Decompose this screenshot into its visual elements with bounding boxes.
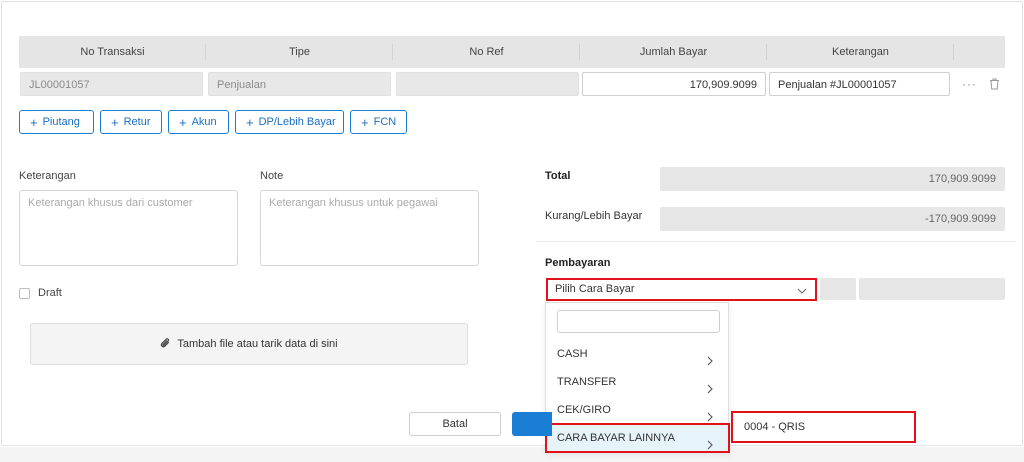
upload-label: Tambah file atau tarik data di sini: [177, 338, 338, 350]
bottom-strip: [0, 447, 1024, 462]
plus-icon: +: [111, 114, 119, 130]
trash-icon[interactable]: [989, 78, 1000, 90]
kurang-lebih-bayar-value: -170,909.9099: [660, 207, 1005, 231]
dropdown-item-label: TRANSFER: [557, 376, 617, 388]
tipe-field: Penjualan: [208, 72, 391, 96]
dropdown-item-label: CASH: [557, 348, 588, 360]
payment-note-field[interactable]: [859, 278, 1005, 300]
save-button[interactable]: [512, 412, 552, 436]
cara-bayar-dropdown: CASH TRANSFER CEK/GIRO CARA BAYAR LAINNY…: [545, 302, 730, 453]
cara-bayar-select-value: Pilih Cara Bayar: [555, 283, 635, 295]
total-value: 170,909.9099: [660, 167, 1005, 191]
dropdown-item-transfer[interactable]: TRANSFER: [546, 368, 728, 396]
draft-label: Draft: [38, 287, 62, 299]
add-dp-lebih-bayar-label: DP/Lebih Bayar: [258, 116, 336, 128]
add-dp-lebih-bayar-button[interactable]: + DP/Lebih Bayar: [235, 110, 344, 134]
cancel-button[interactable]: Batal: [409, 412, 501, 436]
cara-bayar-select[interactable]: Pilih Cara Bayar: [546, 278, 817, 301]
column-header-no-ref: No Ref: [393, 36, 580, 68]
draft-checkbox[interactable]: [19, 287, 30, 299]
table-header: No Transaksi Tipe No Ref Jumlah Bayar Ke…: [19, 36, 1005, 68]
column-header-tipe: Tipe: [206, 36, 393, 68]
add-piutang-button[interactable]: + Piutang: [19, 110, 94, 134]
add-retur-label: Retur: [123, 116, 151, 128]
add-piutang-label: Piutang: [42, 116, 80, 128]
jumlah-bayar-input[interactable]: 170,909.9099: [582, 72, 766, 96]
table-row: JL00001057 Penjualan 170,909.9099 Penjua…: [19, 70, 1005, 98]
keterangan-label: Keterangan: [19, 170, 76, 182]
note-label: Note: [260, 170, 284, 182]
row-actions: ···: [962, 72, 1000, 96]
dropdown-item-cash[interactable]: CASH: [546, 340, 728, 368]
pembayaran-label: Pembayaran: [545, 257, 611, 269]
add-fcn-button[interactable]: + FCN: [350, 110, 407, 134]
keterangan-row-input[interactable]: Penjualan #JL00001057: [769, 72, 950, 96]
upload-dropzone[interactable]: Tambah file atau tarik data di sini: [30, 323, 468, 365]
column-header-jumlah-bayar: Jumlah Bayar: [580, 36, 767, 68]
plus-icon: +: [30, 114, 38, 130]
column-header-keterangan: Keterangan: [767, 36, 954, 68]
dropdown-search-input[interactable]: [557, 310, 720, 333]
ellipsis-icon[interactable]: ···: [962, 77, 977, 91]
chevron-down-icon: [797, 284, 807, 294]
dropdown-item-label: CARA BAYAR LAINNYA: [557, 432, 675, 444]
plus-icon: +: [179, 114, 187, 130]
plus-icon: +: [246, 114, 254, 130]
dropdown-item-cara-bayar-lainnya[interactable]: CARA BAYAR LAINNYA: [545, 423, 730, 453]
chevron-right-icon: [706, 377, 714, 394]
kurang-lebih-bayar-label: Kurang/Lebih Bayar: [545, 210, 643, 222]
no-transaksi-field: JL00001057: [20, 72, 203, 96]
add-akun-label: Akun: [191, 116, 217, 128]
paperclip-icon: [160, 337, 171, 352]
total-label: Total: [545, 170, 571, 182]
plus-icon: +: [361, 114, 369, 130]
divider: [537, 241, 1015, 242]
chevron-right-icon: [706, 349, 714, 366]
add-buttons-group: + Piutang + Retur + Akun + DP/Lebih Bayar + F…: [19, 110, 407, 134]
add-akun-button[interactable]: + Akun: [168, 110, 229, 134]
chevron-right-icon: [706, 405, 714, 422]
column-header-no-transaksi: No Transaksi: [19, 36, 206, 68]
add-fcn-label: FCN: [373, 116, 397, 128]
keterangan-textarea[interactable]: Keterangan khusus dari customer: [19, 190, 238, 266]
note-textarea[interactable]: Keterangan khusus untuk pegawai: [260, 190, 479, 266]
dropdown-item-cek-giro[interactable]: CEK/GIRO: [546, 396, 728, 424]
chevron-right-icon: [706, 434, 714, 450]
draft-checkbox-row[interactable]: Draft: [19, 287, 62, 299]
dropdown-item-label: CEK/GIRO: [557, 404, 611, 416]
payment-amount-field[interactable]: [820, 278, 856, 300]
no-ref-field: [396, 72, 579, 96]
submenu-option-qris[interactable]: 0004 - QRIS: [731, 411, 916, 443]
column-header-actions: [954, 36, 1005, 68]
add-retur-button[interactable]: + Retur: [100, 110, 162, 134]
